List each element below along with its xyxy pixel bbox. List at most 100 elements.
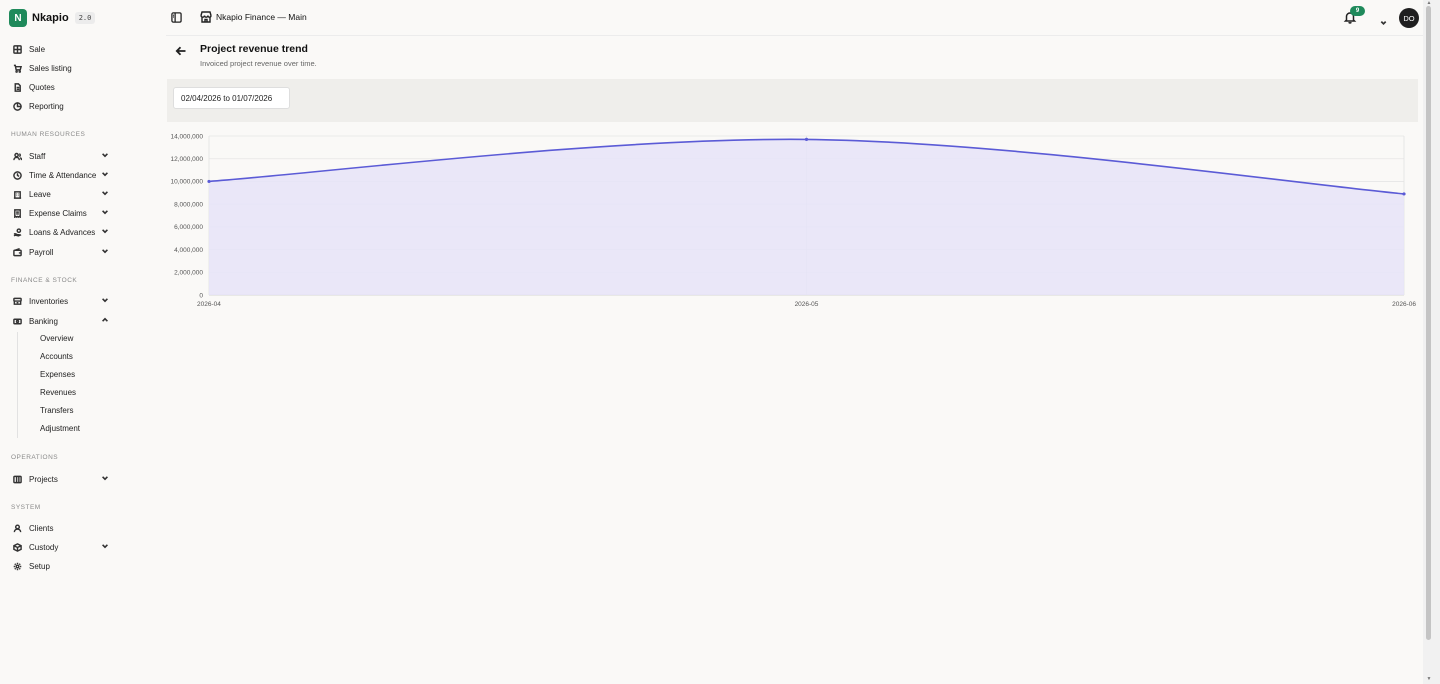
- sidebar-item-quotes[interactable]: Quotes: [11, 79, 111, 95]
- revenue-area: [209, 139, 1404, 295]
- sidebar-item-sales-listing[interactable]: Sales listing: [11, 60, 111, 76]
- sidebar-item-leave[interactable]: Leave: [11, 186, 111, 202]
- receipt-icon: [11, 207, 23, 219]
- top-bar: [166, 0, 1440, 36]
- chevron-down-icon: [101, 247, 111, 257]
- avatar[interactable]: DO: [1399, 8, 1419, 28]
- sidebar-item-label: Projects: [29, 474, 58, 484]
- chevron-up-icon: [101, 316, 111, 326]
- y-tick-label: 2,000,000: [174, 270, 203, 277]
- org-title[interactable]: Nkapio Finance — Main: [216, 12, 307, 22]
- notification-badge: 9: [1350, 6, 1365, 16]
- y-tick-label: 4,000,000: [174, 247, 203, 254]
- data-point[interactable]: [1402, 192, 1406, 196]
- data-point[interactable]: [804, 137, 809, 142]
- section-label-operations: OPERATIONS: [11, 454, 59, 461]
- sidebar-subitem-revenues[interactable]: Revenues: [40, 386, 76, 400]
- chevron-down-icon: [101, 170, 111, 180]
- banknote-icon: [11, 315, 23, 327]
- sidebar-item-label: Quotes: [29, 82, 55, 92]
- box-icon: [11, 541, 23, 553]
- sidebar-item-label: Payroll: [29, 247, 54, 257]
- sidebar-item-loans-advances[interactable]: Loans & Advances: [11, 224, 111, 240]
- chevron-down-icon[interactable]: [1380, 13, 1388, 26]
- sidebar-item-expense-claims[interactable]: Expense Claims: [11, 205, 111, 221]
- sidebar-item-staff[interactable]: Staff: [11, 148, 111, 164]
- sidebar-item-clients[interactable]: Clients: [11, 520, 111, 536]
- page-title: Project revenue trend: [200, 43, 308, 55]
- chevron-down-icon: [101, 151, 111, 161]
- document-icon: [11, 81, 23, 93]
- sidebar-item-projects[interactable]: Projects: [11, 471, 111, 487]
- sidebar-item-label: Loans & Advances: [29, 227, 96, 237]
- version-badge: 2.0: [74, 12, 96, 24]
- stack-icon: [11, 295, 23, 307]
- clock-icon: [11, 169, 23, 181]
- sidebar-item-banking[interactable]: Banking: [11, 313, 111, 329]
- y-tick-label: 8,000,000: [174, 201, 203, 208]
- hand-coins-icon: [11, 226, 23, 238]
- x-tick-label: 2026-05: [795, 301, 819, 308]
- data-point[interactable]: [207, 179, 211, 184]
- users-icon: [11, 150, 23, 162]
- scrollbar-thumb[interactable]: [1426, 6, 1431, 640]
- sidebar-item-payroll[interactable]: Payroll: [11, 244, 111, 260]
- y-tick-label: 12,000,000: [170, 156, 203, 163]
- y-tick-label: 0: [199, 292, 203, 299]
- sidebar-item-label: Time & Attendance: [29, 170, 97, 180]
- sidebar-subitem-expenses[interactable]: Expenses: [40, 368, 75, 382]
- brand-name: Nkapio: [32, 12, 69, 24]
- columns-icon: [11, 473, 23, 485]
- sidebar-item-label: Sale: [29, 44, 46, 54]
- brand-logo: N: [9, 9, 27, 27]
- sidebar-item-label: Expense Claims: [29, 208, 87, 218]
- scroll-down-arrow-icon[interactable]: ▼: [1425, 676, 1433, 682]
- section-label-system: SYSTEM: [11, 504, 41, 511]
- back-arrow-icon[interactable]: [175, 44, 187, 56]
- chevron-down-icon: [101, 474, 111, 484]
- cart-icon: [11, 62, 23, 74]
- section-label-finance-stock: FINANCE & STOCK: [11, 277, 78, 284]
- sidebar-toggle-icon[interactable]: [171, 10, 182, 23]
- chevron-down-icon: [101, 227, 111, 237]
- sidebar: N Nkapio 2.0 Sale Sales listing Quotes R…: [0, 0, 166, 684]
- grid-icon: [11, 43, 23, 55]
- sidebar-item-inventories[interactable]: Inventories: [11, 293, 111, 309]
- sidebar-item-label: Setup: [29, 561, 50, 571]
- sidebar-item-reporting[interactable]: Reporting: [11, 98, 111, 114]
- sidebar-item-label: Leave: [29, 189, 51, 199]
- sidebar-subitem-adjustment[interactable]: Adjustment: [40, 422, 80, 436]
- y-tick-label: 14,000,000: [170, 133, 203, 140]
- section-label-human-resources: HUMAN RESOURCES: [11, 131, 86, 138]
- y-tick-label: 10,000,000: [170, 179, 203, 186]
- sidebar-subitem-overview[interactable]: Overview: [40, 332, 73, 346]
- sidebar-item-label: Inventories: [29, 296, 69, 306]
- chevron-down-icon: [101, 208, 111, 218]
- chevron-down-icon: [101, 189, 111, 199]
- sidebar-subitem-transfers[interactable]: Transfers: [40, 404, 74, 418]
- sidebar-subitem-accounts[interactable]: Accounts: [40, 350, 73, 364]
- chevron-down-icon: [101, 542, 111, 552]
- user-icon: [11, 522, 23, 534]
- sidebar-item-setup[interactable]: Setup: [11, 558, 111, 574]
- gear-icon: [11, 560, 23, 572]
- brand[interactable]: N Nkapio 2.0: [9, 8, 96, 28]
- wallet-icon: [11, 246, 23, 258]
- store-icon: [199, 10, 213, 24]
- page-subtitle: Invoiced project revenue over time.: [200, 59, 317, 68]
- y-tick-label: 6,000,000: [174, 224, 203, 231]
- date-range-picker[interactable]: 02/04/2026 to 01/07/2026: [173, 87, 290, 109]
- sidebar-item-time-attendance[interactable]: Time & Attendance: [11, 167, 111, 183]
- x-tick-label: 2026-06: [1392, 301, 1416, 308]
- sidebar-item-label: Sales listing: [29, 63, 72, 73]
- sidebar-item-label: Banking: [29, 316, 58, 326]
- x-tick-label: 2026-04: [197, 301, 221, 308]
- sidebar-item-sale[interactable]: Sale: [11, 41, 111, 57]
- sidebar-item-label: Clients: [29, 523, 54, 533]
- chart-pie-icon: [11, 100, 23, 112]
- sidebar-item-label: Custody: [29, 542, 59, 552]
- sidebar-item-label: Reporting: [29, 101, 64, 111]
- chevron-down-icon: [101, 296, 111, 306]
- scroll-up-arrow-icon[interactable]: ▲: [1425, 0, 1433, 6]
- sidebar-item-custody[interactable]: Custody: [11, 539, 111, 555]
